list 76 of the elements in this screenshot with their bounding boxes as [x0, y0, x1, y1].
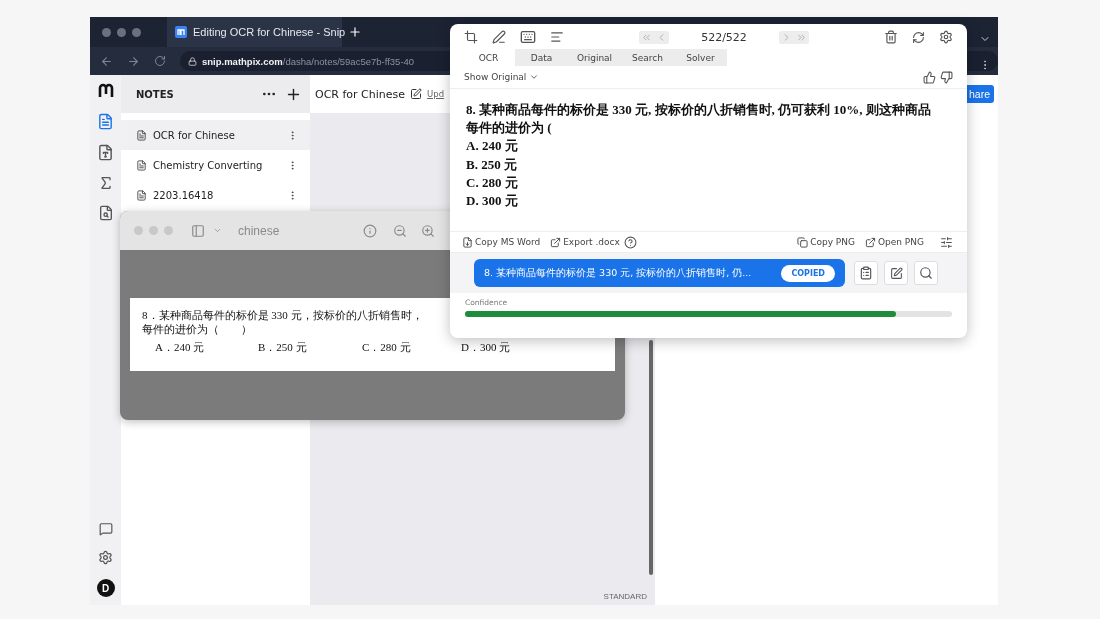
- answer-option: C．280 元: [362, 340, 461, 355]
- edit-button[interactable]: [884, 261, 908, 285]
- copy-icon: [797, 236, 809, 248]
- pdf-file-icon: [97, 144, 114, 161]
- document-icon: [136, 189, 147, 201]
- window-title: chinese: [238, 223, 281, 238]
- snip-counter: 522/522: [701, 30, 747, 44]
- edit-icon: [889, 266, 903, 280]
- user-avatar[interactable]: D: [96, 579, 115, 597]
- ocr-result-line: B. 250 元: [466, 155, 518, 174]
- refresh-icon[interactable]: [912, 30, 925, 44]
- answer-option: A．240 元: [155, 340, 258, 355]
- reload-icon[interactable]: [154, 55, 166, 67]
- mode-label: STANDARD: [603, 591, 647, 601]
- pen-icon[interactable]: [492, 30, 506, 44]
- note-title: OCR for Chinese: [315, 87, 406, 101]
- update-link[interactable]: Upd: [427, 89, 445, 99]
- file-icon: [462, 236, 473, 248]
- popup-tab[interactable]: Data: [515, 49, 568, 66]
- crop-icon[interactable]: [464, 30, 478, 44]
- answer-option: B．250 元: [258, 340, 362, 355]
- show-original-dropdown[interactable]: Show Original: [464, 72, 540, 82]
- export-docx-button[interactable]: Export .docx: [550, 236, 620, 248]
- copy-png-button[interactable]: Copy PNG: [797, 236, 855, 248]
- open-png-button[interactable]: Open PNG: [864, 236, 924, 248]
- popup-tab[interactable]: Original: [568, 49, 621, 66]
- question-text: 每件的进价为（ ）: [142, 322, 253, 336]
- document-icon: [136, 129, 147, 141]
- edit-icon[interactable]: [410, 88, 423, 100]
- external-link-icon: [550, 236, 562, 248]
- paste-button[interactable]: [854, 261, 878, 285]
- zoom-in-icon[interactable]: [421, 223, 435, 238]
- back-icon[interactable]: [100, 54, 113, 68]
- external-link-icon: [864, 236, 876, 248]
- thumbs-up-icon[interactable]: [923, 70, 936, 84]
- keyboard-icon[interactable]: [520, 29, 536, 45]
- document-icon: [136, 159, 147, 171]
- copied-text-bar[interactable]: 8. 某种商品每件的标价是 330 元, 按标价的八折销售时, 仍... COPIED: [474, 259, 845, 287]
- ocr-result-line: D. 300 元: [466, 192, 519, 210]
- zoom-out-icon[interactable]: [393, 223, 407, 238]
- popup-tab[interactable]: Search: [621, 49, 674, 66]
- copied-text: 8. 某种商品每件的标价是 330 元, 按标价的八折销售时, 仍...: [484, 266, 752, 280]
- document-icon: [97, 113, 114, 130]
- window-controls[interactable]: [102, 27, 141, 37]
- chevron-down-icon: [529, 72, 540, 82]
- settings-icon[interactable]: [939, 30, 953, 44]
- clipboard-icon: [859, 266, 873, 280]
- question-text: 8．某种商品每件的标价是 330 元，按标价的八折销售时，: [142, 308, 424, 322]
- settings-icon[interactable]: [98, 550, 113, 565]
- logo-icon: [97, 83, 114, 99]
- ocr-result-line: A. 240 元: [466, 137, 519, 156]
- search-button[interactable]: [914, 261, 938, 285]
- lock-icon: [188, 56, 197, 66]
- notes-heading: NOTES: [136, 88, 175, 100]
- ocr-result-line: C. 280 元: [466, 173, 519, 192]
- sliders-icon[interactable]: [940, 235, 953, 249]
- answer-option: D．300 元: [461, 340, 561, 355]
- file-search-icon: [97, 205, 114, 221]
- info-icon[interactable]: [363, 223, 377, 238]
- copied-badge: COPIED: [781, 264, 835, 282]
- search-icon: [919, 266, 933, 280]
- sidebar-icon[interactable]: [191, 223, 205, 238]
- trash-icon[interactable]: [884, 30, 898, 44]
- new-tab-icon[interactable]: [348, 25, 362, 39]
- ocr-result-line: 每件的进价为 (: [466, 119, 553, 138]
- help-icon[interactable]: [623, 235, 637, 249]
- thumbs-down-icon[interactable]: [940, 70, 953, 84]
- note-item[interactable]: OCR for Chinese: [121, 120, 310, 150]
- help-chat-icon[interactable]: [98, 522, 113, 536]
- popup-tab[interactable]: Solver: [674, 49, 727, 66]
- copy-ms-word-button[interactable]: Copy MS Word: [462, 236, 541, 248]
- logo-icon: [175, 26, 187, 38]
- text-lines-icon[interactable]: [550, 30, 564, 44]
- forward-icon[interactable]: [127, 54, 140, 68]
- ocr-result-line: 8. 某种商品每件的标价是 330 元, 按标价的八折销售时, 仍可获利 10%, 则这种商品: [466, 101, 932, 119]
- scrollbar[interactable]: [649, 340, 653, 575]
